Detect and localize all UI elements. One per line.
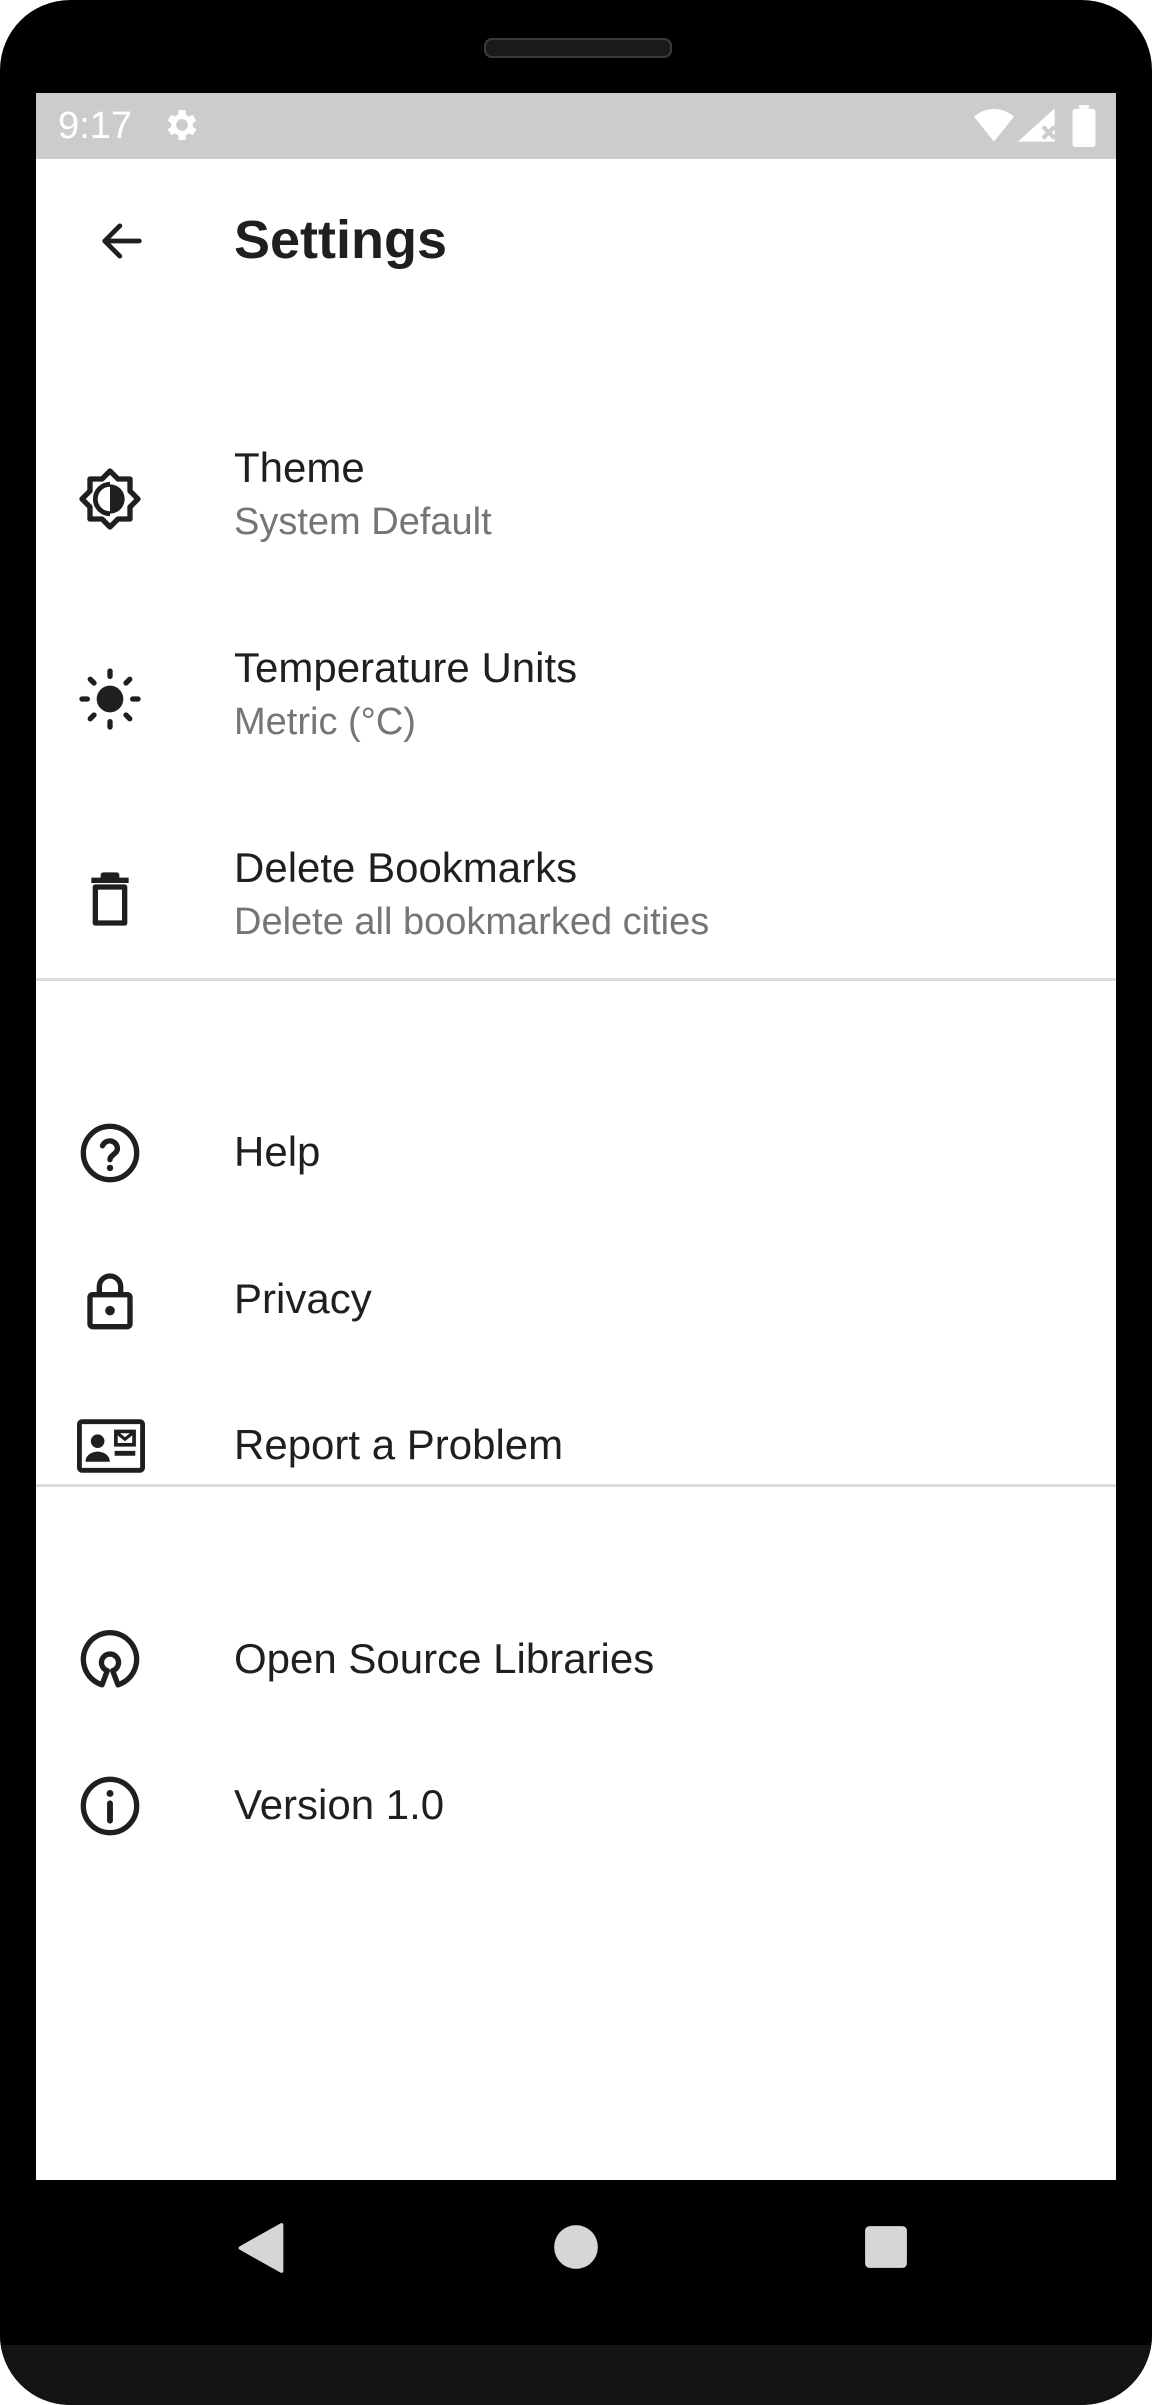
section-divider	[36, 978, 1116, 981]
open-source-icon	[78, 1628, 142, 1692]
earpiece-speaker	[484, 38, 672, 58]
setting-title: Help	[234, 1128, 321, 1175]
setting-delete-bookmarks[interactable]: Delete Bookmarks Delete all bookmarked c…	[36, 813, 1116, 973]
setting-temperature-units[interactable]: Temperature Units Metric (°C)	[36, 613, 1116, 773]
setting-subtitle: System Default	[234, 501, 492, 543]
status-time: 9:17	[58, 105, 132, 147]
help-circle-icon	[78, 1121, 142, 1185]
gear-icon	[162, 105, 202, 150]
wifi-icon	[974, 107, 1014, 148]
info-icon	[78, 1774, 142, 1838]
setting-subtitle: Metric (°C)	[234, 701, 416, 743]
setting-title: Report a Problem	[234, 1421, 564, 1468]
recents-square-icon[interactable]	[864, 2225, 908, 2274]
page-title: Settings	[234, 210, 448, 270]
setting-help[interactable]: Help	[36, 1093, 1116, 1213]
theme-brightness-icon	[78, 467, 142, 531]
setting-subtitle: Delete all bookmarked cities	[234, 901, 710, 943]
status-bar: 9:17	[36, 93, 1116, 159]
setting-report-problem[interactable]: Report a Problem	[36, 1386, 1116, 1506]
screen: 9:17 Settings Theme System Default Tempe…	[36, 93, 1116, 2180]
setting-theme[interactable]: Theme System Default	[36, 413, 1116, 573]
contact-card-icon	[76, 1414, 146, 1478]
setting-title: Temperature Units	[234, 644, 578, 691]
back-triangle-icon[interactable]	[238, 2222, 284, 2279]
device-chin	[0, 2345, 1152, 2405]
setting-title: Theme	[234, 444, 365, 491]
setting-version[interactable]: Version 1.0	[36, 1746, 1116, 1866]
device-frame: 9:17 Settings Theme System Default Tempe…	[0, 0, 1152, 2405]
system-nav-bar	[0, 2180, 1152, 2355]
lock-icon	[78, 1268, 142, 1332]
setting-title: Version 1.0	[234, 1781, 445, 1828]
home-circle-icon[interactable]	[553, 2224, 599, 2275]
arrow-left-icon	[96, 215, 148, 272]
setting-title: Open Source Libraries	[234, 1635, 655, 1682]
signal-icon	[1018, 107, 1058, 148]
setting-title: Privacy	[234, 1275, 372, 1322]
section-divider	[36, 1484, 1116, 1487]
back-button[interactable]	[82, 203, 162, 283]
battery-icon	[1072, 105, 1096, 152]
setting-open-source-libraries[interactable]: Open Source Libraries	[36, 1600, 1116, 1720]
setting-privacy[interactable]: Privacy	[36, 1240, 1116, 1360]
sun-icon	[78, 667, 142, 731]
setting-title: Delete Bookmarks	[234, 844, 578, 891]
trash-icon	[78, 867, 142, 931]
